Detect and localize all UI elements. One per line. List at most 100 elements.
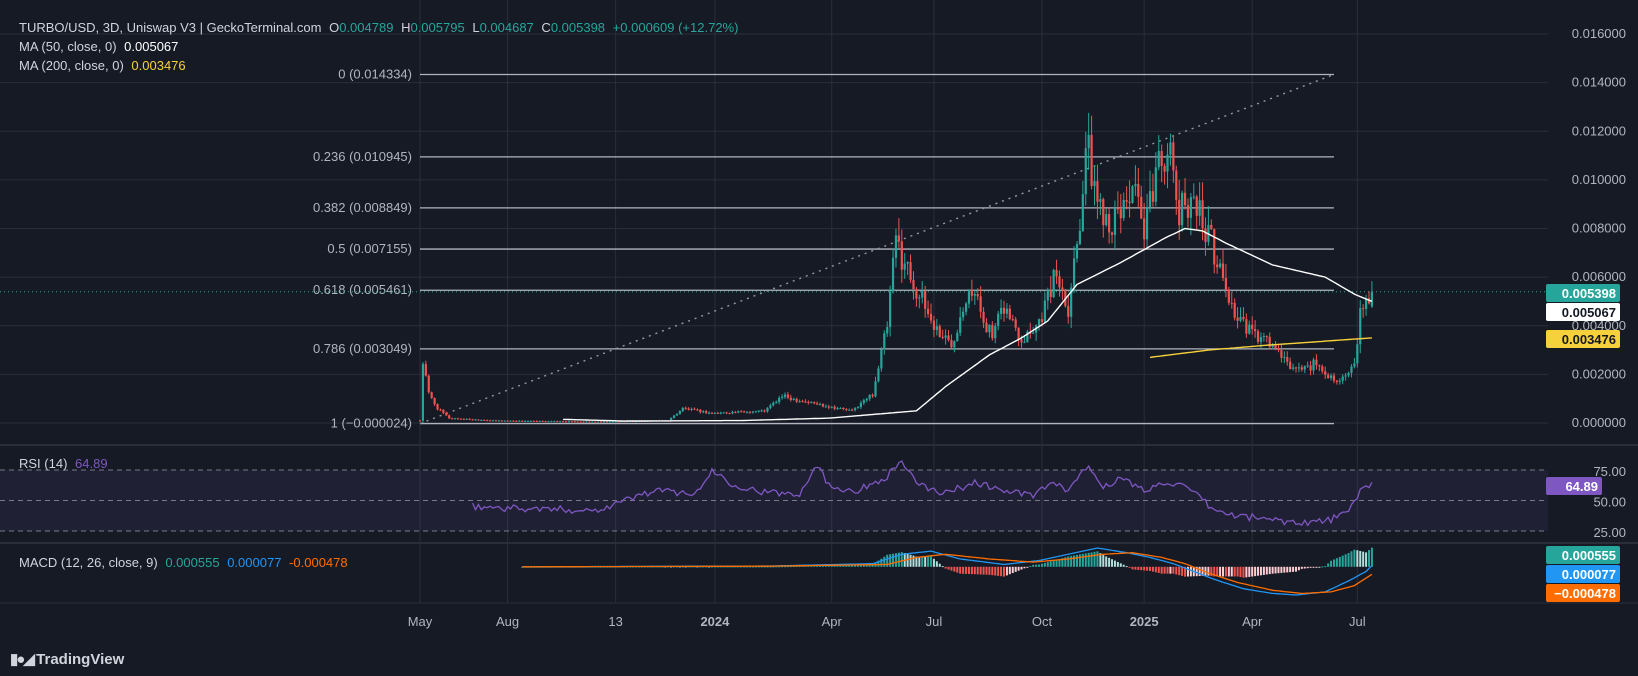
candle-body (769, 405, 772, 408)
candle-body (1286, 356, 1289, 362)
candle-body (1148, 191, 1152, 207)
candle-body (842, 407, 845, 410)
candle-body (559, 421, 562, 423)
candle-body (1096, 181, 1099, 202)
candle-body (1157, 151, 1160, 168)
open-label: O (329, 20, 340, 35)
candle-body (1356, 344, 1359, 364)
ma200-legend[interactable]: MA (200, close, 0) 0.003476 (19, 58, 190, 73)
candle-body (538, 420, 541, 422)
candle-body (451, 418, 454, 420)
candle-body (868, 394, 871, 399)
candle-body (608, 421, 611, 423)
candle-body (725, 412, 728, 414)
candle-body (1189, 197, 1192, 218)
macd-histogram-bar (1070, 555, 1073, 567)
macd-histogram-bar (988, 566, 991, 575)
macd-histogram-bar (1186, 566, 1189, 577)
macd-histogram-bar (1233, 566, 1236, 577)
candle-body (973, 294, 976, 296)
candle-body (500, 420, 503, 422)
candle-body (687, 408, 690, 410)
candle-body (1309, 365, 1312, 371)
candle-body (1236, 317, 1239, 321)
candle-body (716, 412, 719, 414)
candle-body (1151, 191, 1155, 202)
candle-body (985, 322, 988, 333)
macd-histogram-bar (1081, 553, 1084, 567)
candle-body (1058, 276, 1061, 288)
candle-body (518, 420, 521, 422)
price-tick-label: 0.000000 (1572, 415, 1626, 430)
candle-body (1347, 373, 1350, 376)
candle-body (740, 411, 743, 413)
candle-body (418, 420, 422, 422)
candle-body (1049, 289, 1052, 298)
candle-body (1128, 201, 1131, 203)
candle-body (550, 421, 553, 423)
candle-body (602, 421, 606, 423)
macd-histogram-bar (906, 553, 909, 567)
candle-body (1186, 205, 1190, 218)
macd-histogram-bar (1003, 566, 1005, 577)
macd-histogram-bar (1338, 556, 1341, 567)
macd-histogram-bar (1189, 566, 1192, 577)
candle-body (1023, 342, 1026, 344)
macd-histogram-bar (1330, 560, 1333, 567)
candle-body (798, 401, 801, 403)
macd-histogram-bar (1108, 557, 1111, 567)
candle-body (1113, 207, 1117, 235)
candle-body (856, 407, 860, 409)
candle-body (906, 262, 909, 264)
candle-body (1140, 196, 1143, 219)
candle-body (719, 412, 722, 414)
candle-body (588, 421, 591, 423)
rsi-badge-text: 64.89 (1565, 479, 1598, 494)
macd-histogram-bar (953, 566, 956, 572)
tradingview-logo[interactable]: ▮●◢ TradingView (10, 650, 124, 668)
candle-body (421, 363, 425, 421)
chart-canvas[interactable]: 0 (0.014334) 0.236 (0.010945) 0.382 (0.008… (0, 0, 1638, 676)
fib-level-label: 0.618 (0.005461) (313, 282, 412, 297)
candle-body (1280, 350, 1283, 358)
candle-body (862, 400, 865, 403)
candle-body (1040, 319, 1044, 323)
macd-histogram-bar (1324, 566, 1327, 568)
candle-body (1256, 331, 1260, 342)
candle-body (1078, 230, 1082, 245)
macd-histogram-bar (1172, 566, 1175, 574)
candle-body (1350, 366, 1353, 374)
candle-body (743, 411, 746, 413)
price-tick-label: 0.010000 (1572, 172, 1626, 187)
candle-body (579, 421, 582, 423)
fib-level-label: 0.236 (0.010945) (313, 149, 412, 164)
candle-body (433, 398, 436, 405)
macd-histogram-bar (976, 566, 979, 575)
macd-histogram-bar (1111, 559, 1114, 567)
candle-body (1297, 367, 1301, 369)
candle-body (532, 420, 535, 422)
candle-body (810, 402, 813, 404)
macd-histogram-bar (1335, 558, 1338, 567)
high-value: 0.005795 (410, 20, 465, 35)
candle-body (1134, 184, 1137, 187)
candle-body (1154, 167, 1157, 202)
macd-histogram-bar (938, 563, 941, 567)
macd-legend[interactable]: MACD (12, 26, close, 9) 0.000555 0.00007… (19, 555, 352, 570)
candle-body (456, 418, 460, 420)
ma50-legend[interactable]: MA (50, close, 0) 0.005067 (19, 39, 182, 54)
candle-body (1259, 337, 1263, 342)
macd-histogram-bar (1087, 552, 1090, 567)
candle-body (497, 420, 500, 422)
candle-body (713, 412, 717, 414)
candle-body (938, 326, 941, 337)
candle-body (1052, 269, 1055, 298)
macd-histogram-bar (1368, 550, 1370, 567)
candle-body (874, 381, 877, 397)
candle-body (1303, 366, 1306, 370)
candle-body (526, 420, 530, 422)
macd-histogram-bar (1321, 566, 1324, 568)
macd-histogram-bar (991, 566, 994, 576)
candle-body (614, 421, 617, 423)
rsi-legend[interactable]: RSI (14) 64.89 (19, 456, 112, 471)
